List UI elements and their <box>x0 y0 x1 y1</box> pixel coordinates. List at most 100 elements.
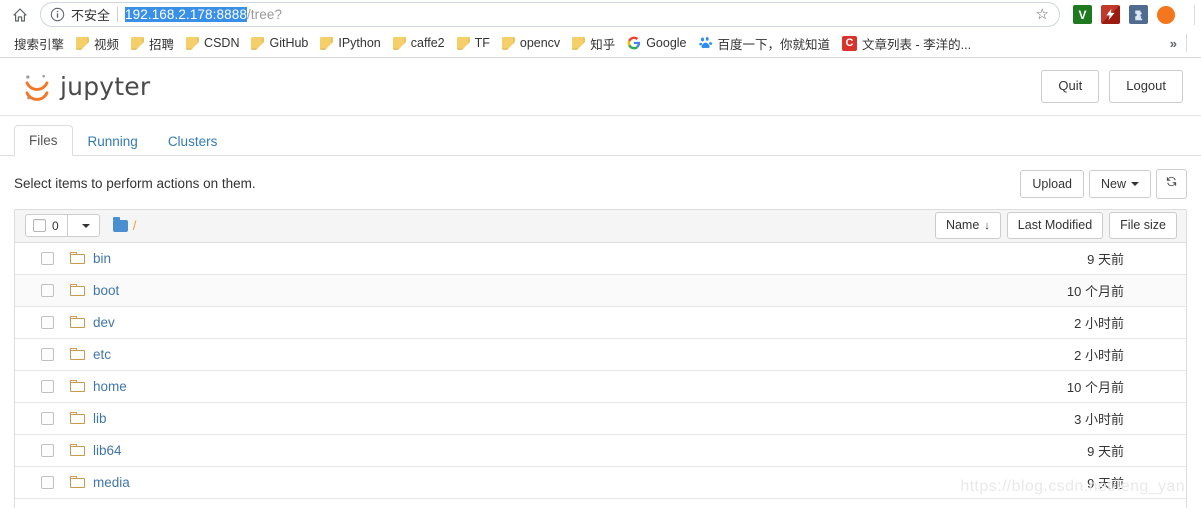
bookmarks-bar: 搜索引擎 视频 招聘 CSDN GitHub IPython caffe2 TF… <box>0 29 1201 58</box>
sort-descending-arrow-icon: ↓ <box>984 220 990 233</box>
sort-name-button[interactable]: Name ↓ <box>934 212 1001 239</box>
bookmark-item[interactable]: caffe2 <box>387 32 451 54</box>
home-icon[interactable] <box>6 3 34 27</box>
row-checkbox[interactable] <box>41 315 54 329</box>
sort-last-modified-button[interactable]: Last Modified <box>1006 212 1104 239</box>
bookmark-item[interactable]: 百度一下，你就知道 <box>693 32 837 54</box>
tab-files[interactable]: Files <box>14 125 73 156</box>
quit-button[interactable]: Quit <box>1041 70 1100 103</box>
table-row[interactable]: etc 2 小时前 <box>15 338 1186 371</box>
jupyter-header: jupyter Quit Logout <box>0 58 1201 116</box>
extension-icons: V <box>1062 4 1195 25</box>
select-all-dropdown-button[interactable] <box>66 215 99 237</box>
file-modified: 9 天前 <box>1087 443 1124 459</box>
toolbar-actions: Upload New <box>1020 169 1187 199</box>
folder-icon <box>501 36 515 50</box>
omnibar-row: 不安全 192.168.2.178:8888/tree? ☆ V <box>0 0 1201 29</box>
file-name-link[interactable]: home <box>93 379 127 394</box>
row-checkbox[interactable] <box>41 379 54 393</box>
row-checkbox[interactable] <box>41 411 54 425</box>
row-checkbox[interactable] <box>41 347 54 361</box>
refresh-button[interactable] <box>1156 169 1187 199</box>
folder-icon <box>76 36 90 50</box>
file-name-link[interactable]: lib64 <box>93 443 122 458</box>
table-row[interactable]: dev 2 小时前 <box>15 306 1186 339</box>
bookmark-item[interactable]: TF <box>451 32 496 54</box>
file-name-link[interactable]: media <box>93 475 130 490</box>
file-modified: 2 小时前 <box>1074 315 1124 331</box>
row-checkbox[interactable] <box>41 251 54 265</box>
folder-icon <box>392 36 406 50</box>
jupyter-logo[interactable]: jupyter <box>22 71 150 103</box>
select-all-group[interactable]: 0 <box>25 214 100 238</box>
bookmark-label: CSDN <box>204 36 240 50</box>
bookmark-item[interactable]: CSDN <box>180 32 245 54</box>
folder-icon <box>456 36 470 50</box>
browser-chrome: 不安全 192.168.2.178:8888/tree? ☆ V 搜索引擎 视频… <box>0 0 1201 58</box>
address-bar[interactable]: 不安全 192.168.2.178:8888/tree? ☆ <box>40 2 1060 27</box>
bookmark-star-icon[interactable]: ☆ <box>1028 7 1049 22</box>
jupyter-page: jupyter Quit Logout Files Running Cluste… <box>0 58 1201 508</box>
bookmark-item[interactable]: 搜索引擎 <box>8 32 70 54</box>
select-all-checkbox[interactable] <box>33 219 46 233</box>
bookmark-item[interactable]: 知乎 <box>566 32 621 54</box>
file-name-link[interactable]: lib <box>93 411 107 426</box>
jupyter-logo-text: jupyter <box>60 72 151 101</box>
sort-file-size-button[interactable]: File size <box>1109 212 1177 239</box>
url-host-selected: 192.168.2.178:8888 <box>125 7 247 22</box>
folder-icon <box>70 348 85 361</box>
upload-button[interactable]: Upload <box>1020 169 1084 198</box>
table-row[interactable]: home 10 个月前 <box>15 370 1186 403</box>
bookmark-item[interactable]: GitHub <box>245 32 314 54</box>
puzzle-extension-icon[interactable] <box>1129 5 1148 24</box>
bookmark-item[interactable]: opencv <box>496 32 566 54</box>
toolbar-divider <box>1194 4 1195 25</box>
table-row[interactable]: bin 9 天前 <box>15 242 1186 275</box>
folder-icon <box>131 36 145 50</box>
select-all-cell[interactable]: 0 <box>26 215 67 236</box>
row-checkbox[interactable] <box>41 443 54 457</box>
bookmark-item[interactable]: 招聘 <box>125 32 180 54</box>
file-name-link[interactable]: etc <box>93 347 111 362</box>
folder-icon <box>320 36 334 50</box>
bookmark-item[interactable]: C 文章列表 - 李洋的... <box>836 32 977 54</box>
folder-icon <box>70 412 85 425</box>
table-row[interactable]: mnt 4 小时前 <box>15 498 1186 508</box>
new-dropdown-button[interactable]: New <box>1088 169 1151 198</box>
header-buttons: Quit Logout <box>1041 70 1183 103</box>
tab-running[interactable]: Running <box>73 126 153 156</box>
bookmark-label: Google <box>646 36 687 50</box>
breadcrumb-root[interactable]: / <box>133 218 137 233</box>
table-row[interactable]: media 9 天前 <box>15 466 1186 499</box>
folder-icon <box>70 284 85 297</box>
csdn-icon: C <box>842 35 858 51</box>
bookmark-item[interactable]: 视频 <box>70 32 125 54</box>
file-name-link[interactable]: boot <box>93 283 119 298</box>
logout-button[interactable]: Logout <box>1109 70 1183 103</box>
orange-extension-icon[interactable] <box>1157 5 1175 24</box>
row-checkbox[interactable] <box>41 283 54 297</box>
screen: 不安全 192.168.2.178:8888/tree? ☆ V 搜索引擎 视频… <box>0 0 1201 508</box>
sort-name-label: Name <box>945 218 980 233</box>
file-modified: 2 小时前 <box>1074 347 1124 363</box>
table-row[interactable]: lib 3 小时前 <box>15 402 1186 435</box>
row-checkbox[interactable] <box>41 475 54 489</box>
bookmark-label: GitHub <box>269 36 309 50</box>
select-items-message: Select items to perform actions on them. <box>14 176 256 192</box>
jupyter-logo-icon <box>25 74 49 101</box>
breadcrumb[interactable]: / <box>112 216 137 233</box>
folder-icon <box>251 36 265 50</box>
tab-clusters[interactable]: Clusters <box>153 126 233 156</box>
vimium-extension-icon[interactable]: V <box>1073 5 1092 24</box>
refresh-icon <box>1166 176 1177 187</box>
bookmark-label: 文章列表 - 李洋的... <box>862 37 972 52</box>
bookmark-item[interactable]: Google <box>621 32 692 54</box>
bookmark-item[interactable]: IPython <box>314 32 386 54</box>
table-row[interactable]: lib64 9 天前 <box>15 434 1186 467</box>
bookmarks-overflow-button[interactable]: » <box>1161 36 1186 51</box>
table-row[interactable]: boot 10 个月前 <box>15 274 1186 307</box>
bookmark-label: TF <box>474 36 490 50</box>
file-name-link[interactable]: bin <box>93 251 111 266</box>
flash-extension-icon[interactable] <box>1101 5 1120 24</box>
file-name-link[interactable]: dev <box>93 315 115 330</box>
